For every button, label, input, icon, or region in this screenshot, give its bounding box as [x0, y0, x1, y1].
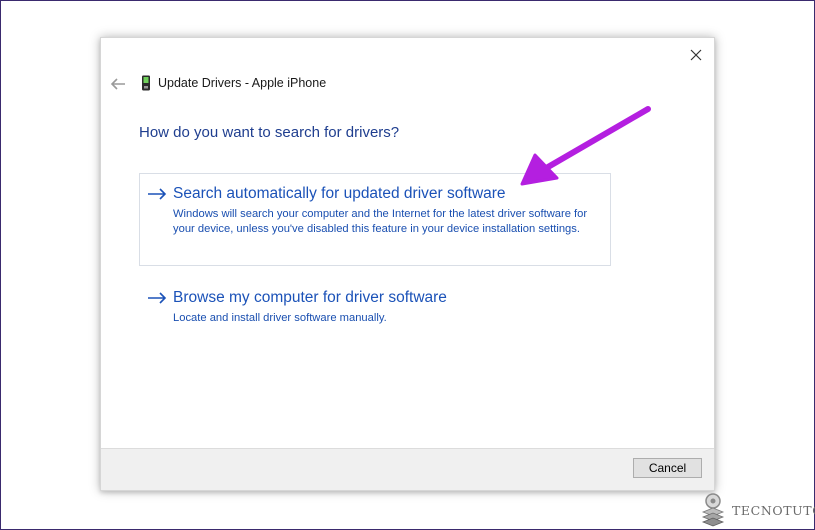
dialog-footer: Cancel — [101, 448, 714, 490]
annotation-arrow — [520, 106, 651, 186]
watermark: TECNOTUTO — [697, 490, 815, 528]
close-icon — [690, 49, 702, 61]
back-button[interactable] — [109, 76, 127, 92]
cancel-button[interactable]: Cancel — [633, 458, 702, 478]
option-description: Windows will search your computer and th… — [173, 208, 588, 235]
right-arrow-icon — [148, 292, 167, 304]
watermark-logo — [701, 493, 725, 527]
option-title: Search automatically for updated driver … — [173, 185, 506, 202]
right-arrow-icon — [148, 188, 167, 200]
back-arrow-icon — [110, 78, 125, 90]
option-description: Locate and install driver software manua… — [173, 312, 387, 324]
browse-computer-option[interactable]: Browse my computer for driver software L… — [139, 282, 611, 330]
dialog-title: Update Drivers - Apple iPhone — [158, 76, 327, 90]
watermark-text: TECNOTUTO — [732, 503, 815, 518]
phone-icon — [142, 75, 150, 91]
close-button[interactable] — [684, 44, 708, 66]
page-heading: How do you want to search for drivers? — [139, 124, 400, 141]
option-title: Browse my computer for driver software — [173, 289, 447, 306]
